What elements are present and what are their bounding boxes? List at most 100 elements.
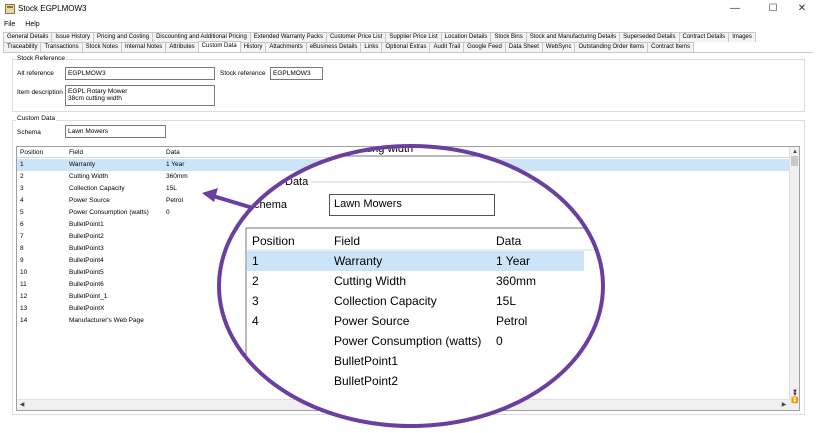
cell-field: BulletPoint4 — [69, 257, 104, 264]
cell-field: BulletPoint5 — [69, 269, 104, 276]
tab-stock-and-manufacturing-details[interactable]: Stock and Manufacturing Details — [525, 32, 621, 42]
table-row[interactable]: 9 BulletPoint4 — [17, 255, 790, 267]
tab-issue-history[interactable]: Issue History — [51, 32, 95, 42]
tab-attributes[interactable]: Attributes — [165, 42, 199, 52]
scroll-left-icon[interactable]: ◀ — [17, 401, 27, 409]
cell-position: 12 — [20, 293, 28, 300]
tab-websync[interactable]: WebSync — [541, 42, 576, 52]
tab-traceability[interactable]: Traceability — [3, 42, 42, 52]
cell-position: 6 — [20, 221, 24, 228]
tab-extended-warranty-packs[interactable]: Extended Warranty Packs — [249, 32, 327, 42]
stock-reference-legend: Stock Reference — [16, 55, 67, 62]
next-record-icon[interactable]: ▼ — [790, 389, 800, 395]
column-header-position[interactable]: Position — [20, 147, 43, 158]
cell-field: Collection Capacity — [69, 185, 125, 192]
tab-pricing-and-costing[interactable]: Pricing and Costing — [93, 32, 154, 42]
maximize-button[interactable]: ☐ — [757, 0, 789, 18]
table-row[interactable]: 5 Power Consumption (watts) 0 — [17, 207, 790, 219]
cell-field: BulletPointX — [69, 305, 105, 312]
tab-stock-bins[interactable]: Stock Bins — [490, 32, 527, 42]
table-row[interactable]: 4 Power Source Petrol — [17, 195, 790, 207]
custom-data-grid[interactable]: Position Field Data 1 Warranty 1 Year 2 Cutt… — [16, 146, 800, 411]
cell-field: Power Source — [69, 197, 110, 204]
item-description-label: Item description — [17, 89, 63, 96]
tab-attachments[interactable]: Attachments — [265, 42, 307, 52]
cell-field: Manufacturer's Web Page — [69, 317, 144, 324]
menu-bar: File Help — [0, 19, 816, 30]
cell-data: 0 — [166, 209, 170, 216]
tab-data-sheet[interactable]: Data Sheet — [504, 42, 543, 52]
tab-images[interactable]: Images — [728, 32, 756, 42]
cell-position: 4 — [20, 197, 24, 204]
item-description-input[interactable]: EGPL Rotary Mower 38cm cutting width — [65, 85, 215, 106]
table-row[interactable]: 10 BulletPoint5 — [17, 267, 790, 279]
tab-optional-extras[interactable]: Optional Extras — [381, 42, 431, 52]
table-row[interactable]: 14 Manufacturer's Web Page — [17, 315, 790, 327]
tab-stock-notes[interactable]: Stock Notes — [81, 42, 122, 52]
cell-position: 5 — [20, 209, 24, 216]
horizontal-scrollbar[interactable]: ◀ ▶ — [17, 399, 799, 410]
alt-reference-input[interactable]: EGPLMOW3 — [65, 67, 215, 80]
table-row[interactable]: 1 Warranty 1 Year — [17, 159, 790, 171]
cell-data: Petrol — [166, 197, 183, 204]
custom-data-legend: Custom Data — [16, 115, 56, 122]
tab-ebusiness-details[interactable]: eBusiness Details — [305, 42, 362, 52]
tab-transactions[interactable]: Transactions — [40, 42, 83, 52]
table-row[interactable]: 3 Collection Capacity 15L — [17, 183, 790, 195]
cell-position: 2 — [20, 173, 24, 180]
cell-position: 3 — [20, 185, 24, 192]
tab-general-details[interactable]: General Details — [3, 32, 53, 42]
table-row[interactable]: 2 Cutting Width 360mm — [17, 171, 790, 183]
tab-location-details[interactable]: Location Details — [440, 32, 492, 42]
cell-data: 360mm — [166, 173, 188, 180]
stock-reference-label: Stock reference — [220, 70, 266, 77]
scroll-right-icon[interactable]: ▶ — [779, 401, 789, 409]
tab-customer-price-list[interactable]: Customer Price List — [325, 32, 387, 42]
cell-field: BulletPoint3 — [69, 245, 104, 252]
table-row[interactable]: 12 BulletPoint_1 — [17, 291, 790, 303]
cell-field: Cutting Width — [69, 173, 109, 180]
cell-field: BulletPoint_1 — [69, 293, 108, 300]
stock-reference-input[interactable]: EGPLMOW3 — [270, 67, 323, 80]
tab-contract-items[interactable]: Contract Items — [647, 42, 695, 52]
cell-position: 10 — [20, 269, 28, 276]
cell-field: BulletPoint6 — [69, 281, 104, 288]
tab-custom-data[interactable]: Custom Data — [197, 41, 241, 52]
tab-supplier-price-list[interactable]: Supplier Price List — [385, 32, 442, 42]
cell-position: 11 — [20, 281, 27, 288]
cell-field: Warranty — [69, 161, 96, 168]
tab-contract-details[interactable]: Contract Details — [678, 32, 730, 42]
alt-reference-label: Alt reference — [17, 70, 54, 77]
table-row[interactable]: 7 BulletPoint2 — [17, 231, 790, 243]
column-header-data[interactable]: Data — [166, 147, 180, 158]
tab-history[interactable]: History — [239, 42, 267, 52]
scroll-thumb[interactable] — [791, 156, 798, 166]
cell-position: 9 — [20, 257, 24, 264]
tab-google-feed[interactable]: Google Feed — [463, 42, 506, 52]
tab-links[interactable]: Links — [360, 42, 383, 52]
column-header-field[interactable]: Field — [69, 147, 83, 158]
title-bar: Stock EGPLMOW3 — ☐ ✕ — [0, 0, 816, 18]
table-row[interactable]: 8 BulletPoint3 — [17, 243, 790, 255]
close-button[interactable]: ✕ — [786, 0, 816, 18]
vertical-scrollbar[interactable]: ▲ ▼ — [789, 147, 799, 400]
cell-position: 7 — [20, 233, 24, 240]
table-row[interactable]: 11 BulletPoint6 — [17, 279, 790, 291]
grid-header: Position Field Data — [17, 147, 799, 158]
tab-superseded-details[interactable]: Superseded Details — [619, 32, 680, 42]
tab-internal-notes[interactable]: Internal Notes — [120, 42, 167, 52]
last-record-icon[interactable]: ⏬ — [790, 397, 800, 404]
menu-file[interactable]: File — [4, 19, 15, 30]
tab-audit-trail[interactable]: Audit Trail — [429, 42, 465, 52]
tab-outstanding-order-items[interactable]: Outstanding Order Items — [574, 42, 649, 52]
app-icon — [5, 4, 15, 14]
tab-row-2: Traceability Transactions Stock Notes Inter… — [3, 41, 695, 52]
cell-position: 14 — [20, 317, 28, 324]
table-row[interactable]: 6 BulletPoint1 — [17, 219, 790, 231]
minimize-button[interactable]: — — [719, 0, 751, 18]
menu-help[interactable]: Help — [25, 19, 39, 30]
schema-input[interactable]: Lawn Mowers — [65, 125, 166, 138]
scroll-up-icon[interactable]: ▲ — [790, 148, 799, 156]
window-title: Stock EGPLMOW3 — [18, 4, 87, 13]
table-row[interactable]: 13 BulletPointX — [17, 303, 790, 315]
